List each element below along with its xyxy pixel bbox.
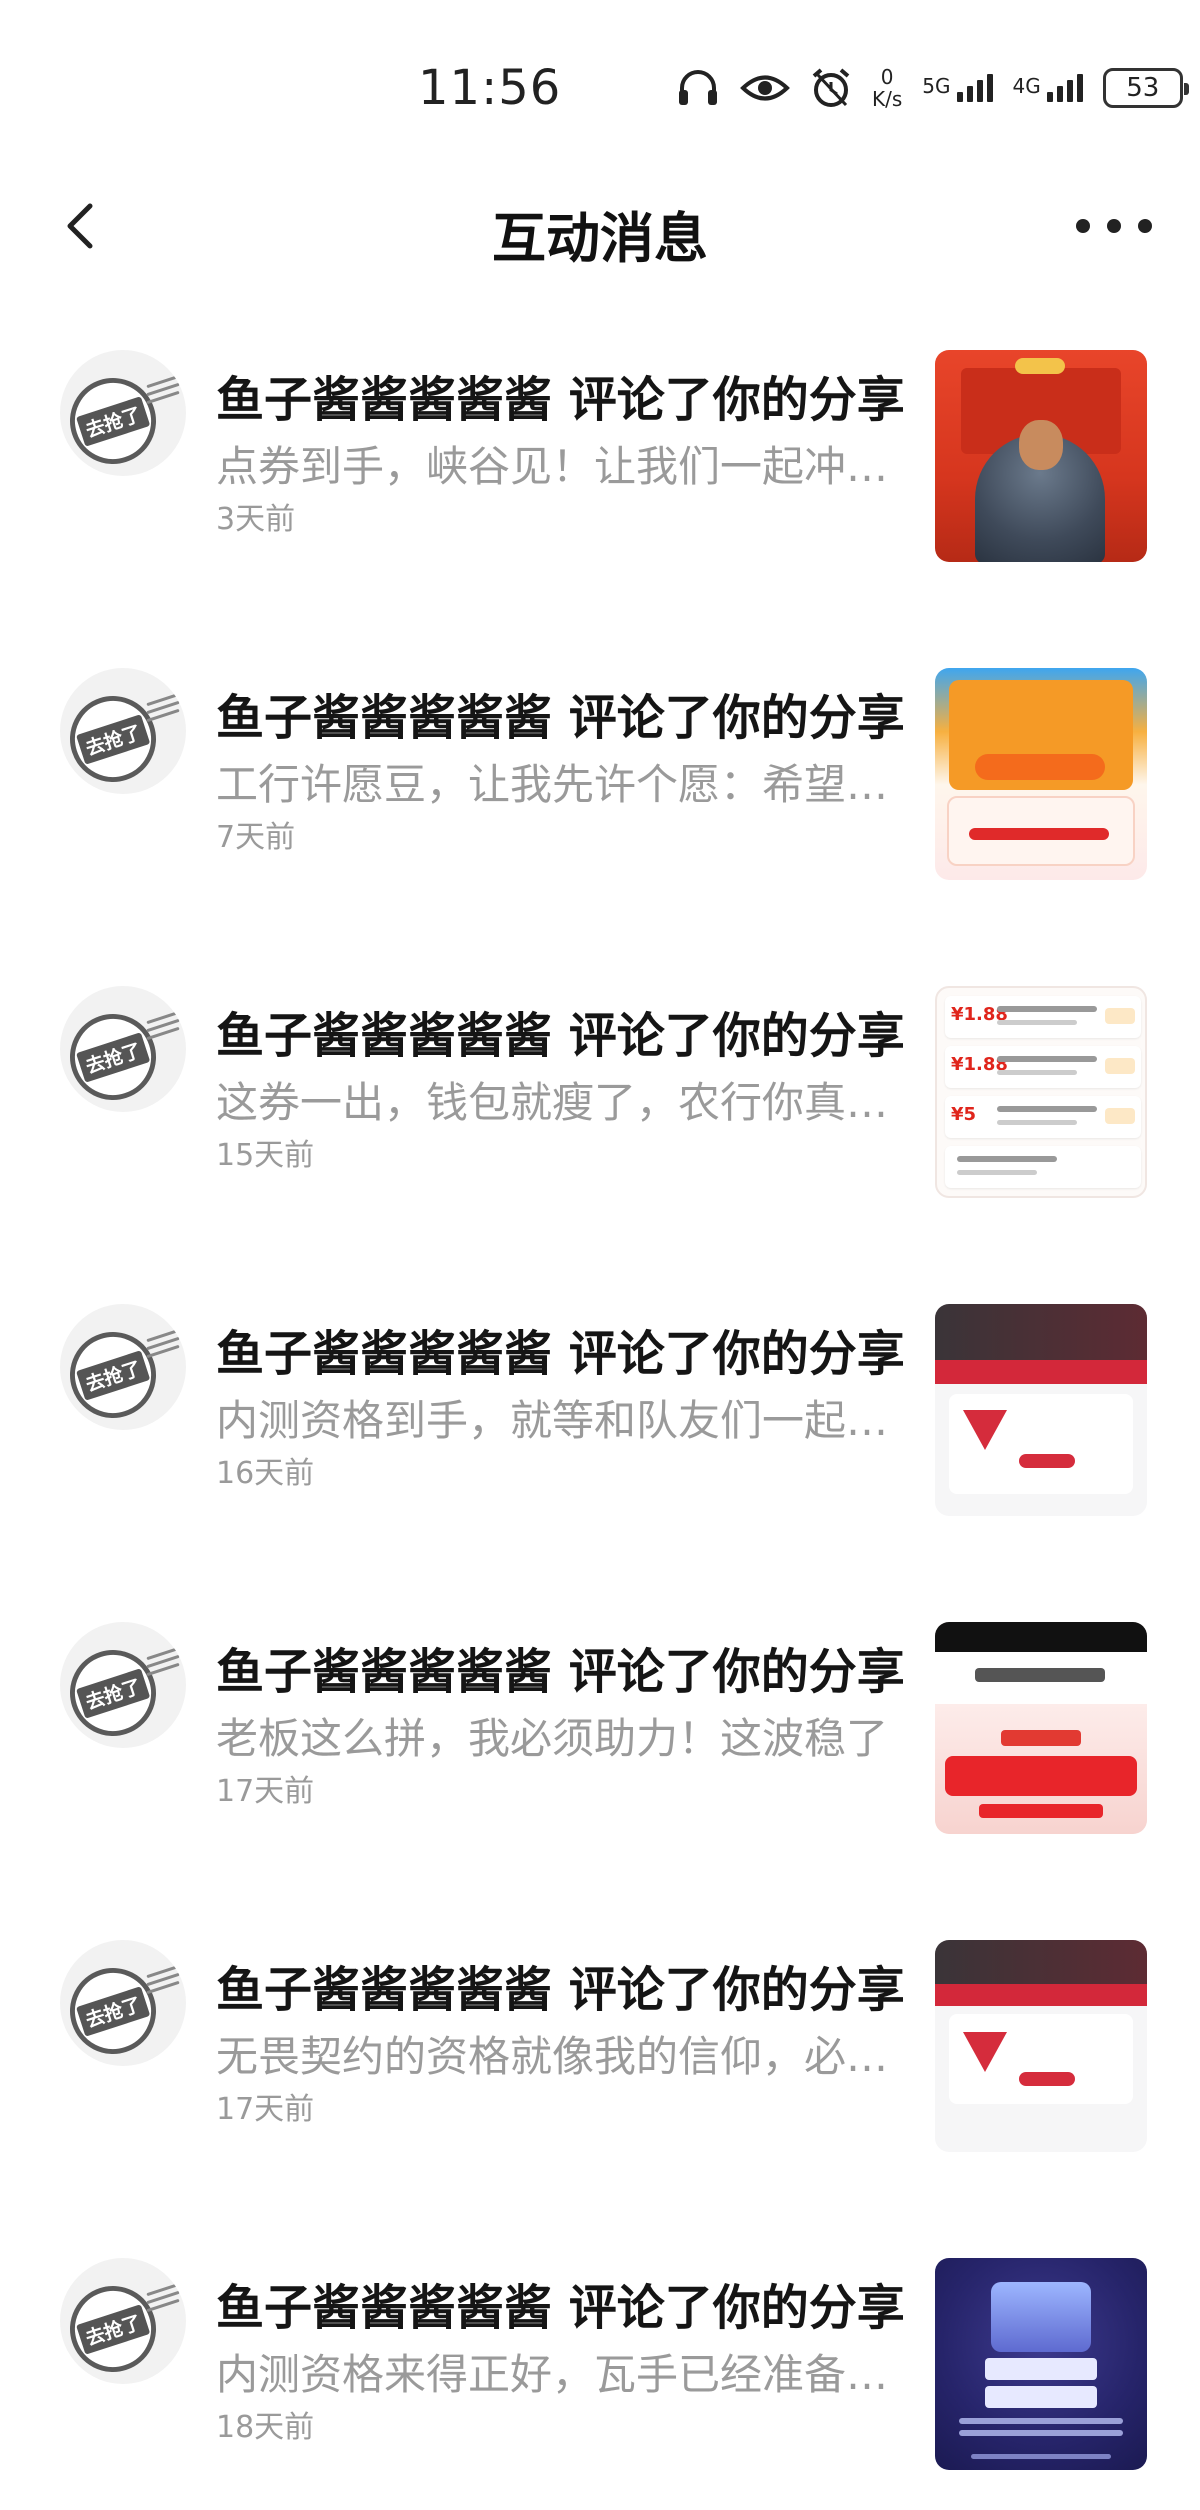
post-thumbnail[interactable] [935, 668, 1147, 880]
message-preview: 这券一出，钱包就瘦了，农行你真的太懂我了 [216, 1078, 922, 1127]
signal-4g-label: 4G [1012, 74, 1041, 98]
list-item[interactable]: 去抢了 鱼子酱酱酱酱酱 评论了你的分享 这券一出，钱包就瘦了，农行你真的太懂我了… [0, 986, 1200, 1304]
message-time: 15天前 [216, 1138, 315, 1173]
avatar[interactable]: 去抢了 [60, 1940, 186, 2066]
more-dots-icon [1076, 219, 1090, 233]
avatar[interactable]: 去抢了 [60, 1304, 186, 1430]
post-thumbnail[interactable]: ¥1.88 ¥1.88 ¥5 [935, 986, 1147, 1198]
list-item[interactable]: 去抢了 鱼子酱酱酱酱酱 评论了你的分享 内测资格来得正好，瓦手已经准备好了 18… [0, 2258, 1200, 2510]
message-title: 鱼子酱酱酱酱酱 评论了你的分享 [216, 372, 905, 428]
message-time: 7天前 [216, 820, 296, 855]
post-thumbnail[interactable] [935, 1622, 1147, 1834]
more-options-button[interactable] [1076, 206, 1152, 246]
net-speed: 0 K/s [872, 66, 902, 110]
net-speed-unit: K/s [872, 87, 903, 111]
top-nav-bar: 互动消息 [0, 170, 1200, 280]
avatar[interactable]: 去抢了 [60, 668, 186, 794]
message-title: 鱼子酱酱酱酱酱 评论了你的分享 [216, 2280, 905, 2336]
message-preview: 内测资格来得正好，瓦手已经准备好了 [216, 2350, 922, 2399]
message-title: 鱼子酱酱酱酱酱 评论了你的分享 [216, 1008, 905, 1064]
message-title: 鱼子酱酱酱酱酱 评论了你的分享 [216, 1962, 905, 2018]
list-item[interactable]: 去抢了 鱼子酱酱酱酱酱 评论了你的分享 内测资格到手，就等和队友们一起开黑了 1… [0, 1304, 1200, 1622]
message-title: 鱼子酱酱酱酱酱 评论了你的分享 [216, 690, 905, 746]
message-preview: 无畏契约的资格就像我的信仰，必须拿下 [216, 2032, 922, 2081]
page-title: 互动消息 [492, 207, 708, 270]
eye-icon [740, 71, 790, 105]
list-item[interactable]: 去抢了 鱼子酱酱酱酱酱 评论了你的分享 工行许愿豆，让我先许个愿：希望好运连连 … [0, 668, 1200, 986]
message-preview: 老板这么拼，我必须助力！这波稳了 [216, 1714, 889, 1763]
status-bar: 11:56 0 K/s 5G 4G 53 [0, 0, 1200, 160]
message-time: 17天前 [216, 1774, 315, 1809]
avatar[interactable]: 去抢了 [60, 986, 186, 1112]
post-thumbnail[interactable] [935, 350, 1147, 562]
net-speed-value: 0 [880, 65, 894, 89]
message-title: 鱼子酱酱酱酱酱 评论了你的分享 [216, 1326, 905, 1382]
message-title: 鱼子酱酱酱酱酱 评论了你的分享 [216, 1644, 905, 1700]
message-preview: 内测资格到手，就等和队友们一起开黑了 [216, 1396, 922, 1445]
avatar[interactable]: 去抢了 [60, 1622, 186, 1748]
alarm-icon [810, 67, 852, 109]
message-list: 去抢了 鱼子酱酱酱酱酱 评论了你的分享 点券到手，峡谷见！让我们一起冲上王者吧 … [0, 350, 1200, 2510]
avatar[interactable]: 去抢了 [60, 350, 186, 476]
battery-level: 53 [1126, 73, 1160, 103]
signal-4g-icon: 4G [1013, 74, 1083, 102]
headphones-icon [676, 68, 720, 108]
message-time: 18天前 [216, 2410, 315, 2445]
message-preview: 点券到手，峡谷见！让我们一起冲上王者吧 [216, 442, 922, 491]
message-preview: 工行许愿豆，让我先许个愿：希望好运连连 [216, 760, 922, 809]
list-item[interactable]: 去抢了 鱼子酱酱酱酱酱 评论了你的分享 无畏契约的资格就像我的信仰，必须拿下 1… [0, 1940, 1200, 2258]
list-item[interactable]: 去抢了 鱼子酱酱酱酱酱 评论了你的分享 老板这么拼，我必须助力！这波稳了 17天… [0, 1622, 1200, 1940]
post-thumbnail[interactable] [935, 1304, 1147, 1516]
message-time: 16天前 [216, 1456, 315, 1491]
message-time: 3天前 [216, 502, 296, 537]
list-item[interactable]: 去抢了 鱼子酱酱酱酱酱 评论了你的分享 点券到手，峡谷见！让我们一起冲上王者吧 … [0, 350, 1200, 668]
status-icons: 0 K/s 5G 4G 53 [676, 60, 1189, 116]
signal-5g-label: 5G [922, 74, 951, 98]
message-time: 17天前 [216, 2092, 315, 2127]
avatar[interactable]: 去抢了 [60, 2258, 186, 2384]
post-thumbnail[interactable] [935, 2258, 1147, 2470]
status-time: 11:56 [418, 60, 562, 116]
signal-5g-icon: 5G [922, 74, 993, 102]
post-thumbnail[interactable] [935, 1940, 1147, 2152]
battery-icon: 53 [1102, 68, 1189, 108]
